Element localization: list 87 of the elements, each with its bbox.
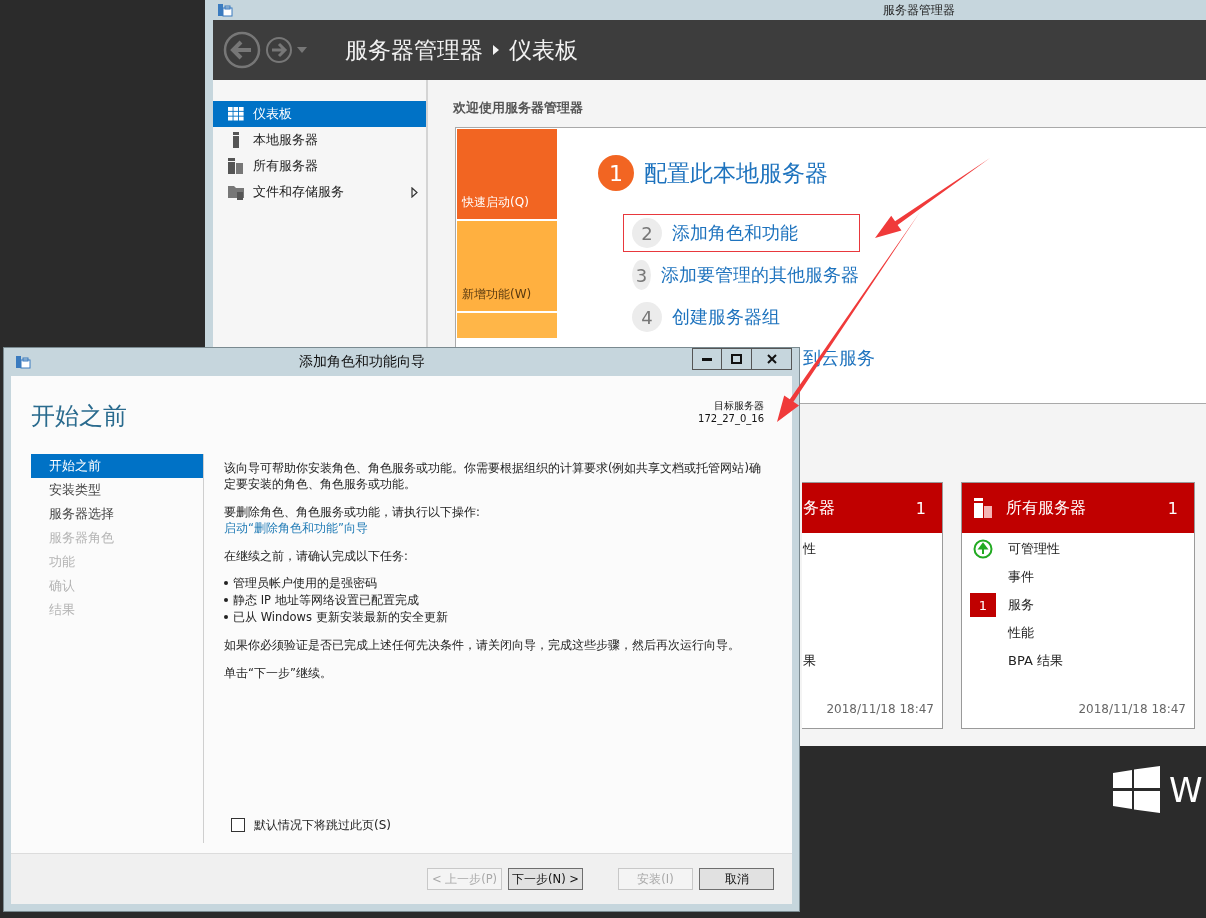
step-link[interactable]: 4 创建服务器组 — [623, 298, 860, 336]
checkbox-label[interactable]: 默认情况下将跳过此页(S) — [254, 817, 391, 833]
tile-label: 快速启动(Q) — [462, 194, 529, 211]
tile-title: 务器 — [803, 497, 836, 519]
tile-item-link[interactable]: BPA 结果 — [1008, 652, 1063, 670]
bullet-icon — [224, 614, 228, 619]
step-number: 4 — [632, 302, 662, 332]
tile-item-link[interactable]: 事件 — [1008, 568, 1034, 586]
step-label: 添加角色和功能 — [672, 221, 798, 245]
breadcrumb-separator-icon — [493, 45, 499, 55]
bullet-icon — [224, 580, 228, 585]
windows-logo-icon — [1113, 766, 1160, 813]
paragraph: 要删除角色、角色服务或功能，请执行以下操作: — [224, 504, 481, 520]
tile-count: 1 — [1167, 498, 1178, 518]
app-icon — [217, 3, 233, 17]
step-number: 2 — [632, 218, 662, 248]
remove-roles-link[interactable]: 启动“删除角色和功能”向导 — [224, 520, 772, 536]
paragraph: 单击“下一步”继续。 — [224, 665, 333, 681]
target-server-name: 172_27_0_16 — [698, 412, 764, 425]
step-link[interactable]: 3 添加要管理的其他服务器 — [623, 256, 860, 294]
window-title: 添加角色和功能向导 — [297, 353, 426, 371]
sidebar-item[interactable]: 所有服务器 — [213, 153, 426, 179]
close-button[interactable] — [752, 348, 792, 370]
back-icon[interactable] — [223, 31, 261, 69]
bullet-text: 管理员帐户使用的是强密码 — [233, 574, 377, 591]
server-tile[interactable]: 所有服务器 1 可管理性 事件 1 服务 性能 BPA 结果 2018/11/18 18:47 — [961, 482, 1195, 729]
step-number: 3 — [632, 260, 651, 290]
step-label: 创建服务器组 — [672, 305, 780, 329]
forward-icon[interactable] — [265, 36, 293, 64]
sidebar-item[interactable]: 仪表板 — [213, 101, 426, 127]
tile-item-link[interactable]: 性能 — [1008, 624, 1034, 642]
wizard-button[interactable]: 取消 — [699, 868, 774, 890]
sidebar-item-label: 仪表板 — [253, 105, 293, 123]
paragraph: 该向导可帮助你安装角色、角色服务或功能。你需要根据组织的计算要求(例如共享文档或托管网站)确定要安装的角色、角色服务或功能。 — [224, 460, 762, 492]
sidebar-item[interactable]: 本地服务器 — [213, 127, 426, 153]
skip-page-checkbox[interactable] — [231, 818, 245, 832]
welcome-title: 欢迎使用服务器管理器 — [452, 99, 584, 117]
sidebar-item-label: 文件和存储服务 — [253, 183, 345, 201]
app-icon — [15, 355, 31, 369]
page-heading: 开始之前 — [31, 401, 127, 432]
tile-item-link[interactable]: 可管理性 — [1008, 540, 1060, 558]
bullet-text: 已从 Windows 更新安装最新的安全更新 — [233, 608, 448, 625]
timestamp: 2018/11/18 18:47 — [1078, 702, 1187, 718]
step-link[interactable]: 1 配置此本地服务器 — [597, 150, 875, 196]
target-server-label: 目标服务器 — [714, 399, 764, 412]
tile-item-link[interactable]: 性 — [803, 540, 816, 558]
wizard-step[interactable]: 安装类型 — [31, 478, 203, 502]
maximize-button[interactable] — [722, 348, 752, 370]
quick-start-tile[interactable]: 新增功能(W) — [457, 221, 557, 311]
paragraph: 如果你必须验证是否已完成上述任何先决条件，请关闭向导，完成这些步骤，然后再次运行向导。 — [224, 637, 741, 653]
brand-text: W — [1169, 772, 1203, 807]
quick-start-tile[interactable] — [457, 313, 557, 338]
server-tile[interactable]: 务器 1 性 果 2018/11/18 18:47 — [802, 482, 943, 729]
step-number: 1 — [598, 155, 634, 191]
tile-item-link[interactable]: 果 — [803, 652, 816, 670]
minimize-icon — [702, 357, 712, 361]
tile-count: 1 — [915, 498, 926, 518]
servers-icon — [974, 498, 994, 518]
step-label: 添加要管理的其他服务器 — [661, 263, 859, 287]
maximize-icon — [731, 354, 742, 364]
alert-count: 1 — [970, 593, 996, 617]
sidebar-item-label: 所有服务器 — [253, 157, 319, 175]
highlighted-step-link[interactable]: 2 添加角色和功能 — [623, 214, 860, 252]
wizard-button[interactable]: 下一步(N) > — [508, 868, 583, 890]
arrow-up-circle-icon — [973, 539, 993, 559]
window-title: 服务器管理器 — [883, 1, 955, 19]
wizard-step[interactable]: 开始之前 — [31, 454, 203, 478]
breadcrumb-item: 仪表板 — [509, 35, 578, 65]
paragraph: 在继续之前，请确认完成以下任务: — [224, 548, 409, 564]
step-label: 配置此本地服务器 — [644, 158, 828, 188]
timestamp: 2018/11/18 18:47 — [826, 702, 935, 718]
tile-item-link[interactable]: 服务 — [1008, 596, 1034, 614]
dropdown-caret-icon[interactable] — [297, 47, 307, 53]
close-icon — [766, 354, 777, 364]
tile-title: 所有服务器 — [1006, 497, 1087, 519]
dashboard-grid-icon — [228, 107, 244, 121]
breadcrumb-item[interactable]: 服务器管理器 — [345, 34, 483, 66]
wizard-step[interactable]: 服务器选择 — [31, 502, 203, 526]
servers-icon — [228, 158, 244, 174]
folder-icon — [228, 184, 244, 200]
bullet-icon — [224, 597, 228, 602]
minimize-button[interactable] — [692, 348, 722, 370]
tile-label: 新增功能(W) — [462, 286, 532, 303]
expand-arrow-icon[interactable] — [411, 186, 418, 198]
sidebar-item[interactable]: 文件和存储服务 — [213, 179, 426, 205]
sidebar-item-label: 本地服务器 — [253, 131, 319, 149]
bullet-text: 静态 IP 地址等网络设置已配置完成 — [233, 591, 419, 608]
